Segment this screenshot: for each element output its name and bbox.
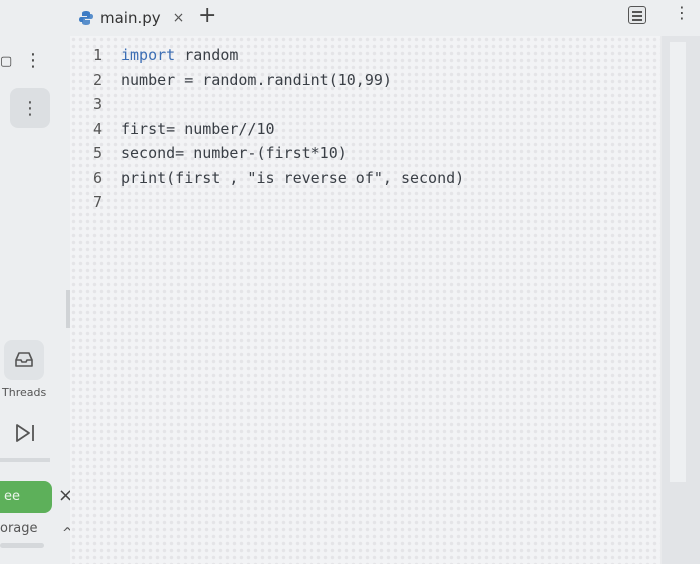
panel-icon[interactable]: ▢ [0, 54, 14, 72]
line-number: 5 [92, 144, 102, 162]
keyword-token: import [121, 46, 176, 64]
threads-label: Threads [2, 386, 47, 399]
sidebar-faint-label [0, 458, 50, 462]
code-token: first= number//10 [121, 119, 275, 138]
add-tab-button[interactable]: + [198, 4, 216, 28]
left-sidebar: ▢ ⋮ ⋮ Threads ee × orage ^ [0, 0, 73, 564]
run-status-button[interactable]: ee [0, 481, 52, 513]
code-editor[interactable]: 1 import random 2 number = random.randint(1… [70, 36, 660, 564]
code-token: number = random.randint(10,99) [121, 70, 392, 89]
code-line[interactable]: 2 number = random.randint(10,99) [70, 71, 660, 95]
code-text[interactable]: number = random.randint(10,99) [121, 71, 392, 89]
threads-button[interactable] [4, 340, 44, 380]
editor-scrollbar[interactable] [662, 36, 700, 564]
more-options-icon[interactable]: ⋮ [24, 52, 42, 70]
code-line[interactable]: 3 [70, 95, 660, 119]
code-line[interactable]: 6 print(first , "is reverse of", second) [70, 169, 660, 193]
debugger-icon[interactable] [12, 420, 38, 446]
storage-label: orage [0, 521, 38, 536]
code-line[interactable]: 7 [70, 193, 660, 217]
python-file-icon [79, 11, 93, 25]
line-number: 2 [92, 70, 102, 89]
line-number: 3 [92, 95, 102, 113]
code-text[interactable]: print(first , "is reverse of", second) [121, 169, 464, 187]
line-number: 6 [92, 168, 102, 187]
layout-icon[interactable] [628, 6, 646, 24]
code-token: print(first , "is reverse of", second) [121, 168, 465, 187]
code-line[interactable]: 1 import random [70, 46, 660, 70]
code-line[interactable]: 4 first= number//10 [70, 120, 660, 144]
tab-close-icon[interactable]: × [173, 10, 185, 26]
code-line[interactable]: 5 second= number-(first*10) [70, 144, 660, 168]
storage-bar [0, 543, 44, 548]
line-number: 4 [92, 119, 102, 138]
tab-filename: main.py [100, 9, 161, 27]
code-token: second= number-(first*10) [121, 144, 347, 162]
inbox-icon [15, 352, 33, 367]
line-number: 1 [92, 46, 102, 64]
tab-bar: main.py × + ⋮ [70, 0, 700, 36]
tab-main-py[interactable]: main.py × [78, 6, 184, 30]
code-text[interactable]: import random [121, 46, 238, 64]
code-token: random [175, 46, 239, 64]
tab-more-options-icon[interactable]: ⋮ [674, 4, 690, 22]
scroll-thumb[interactable] [670, 42, 686, 482]
code-text[interactable]: first= number//10 [121, 120, 275, 138]
more-tools-button[interactable]: ⋮ [10, 88, 50, 128]
line-number: 7 [92, 193, 102, 211]
code-text[interactable]: second= number-(first*10) [121, 144, 347, 162]
